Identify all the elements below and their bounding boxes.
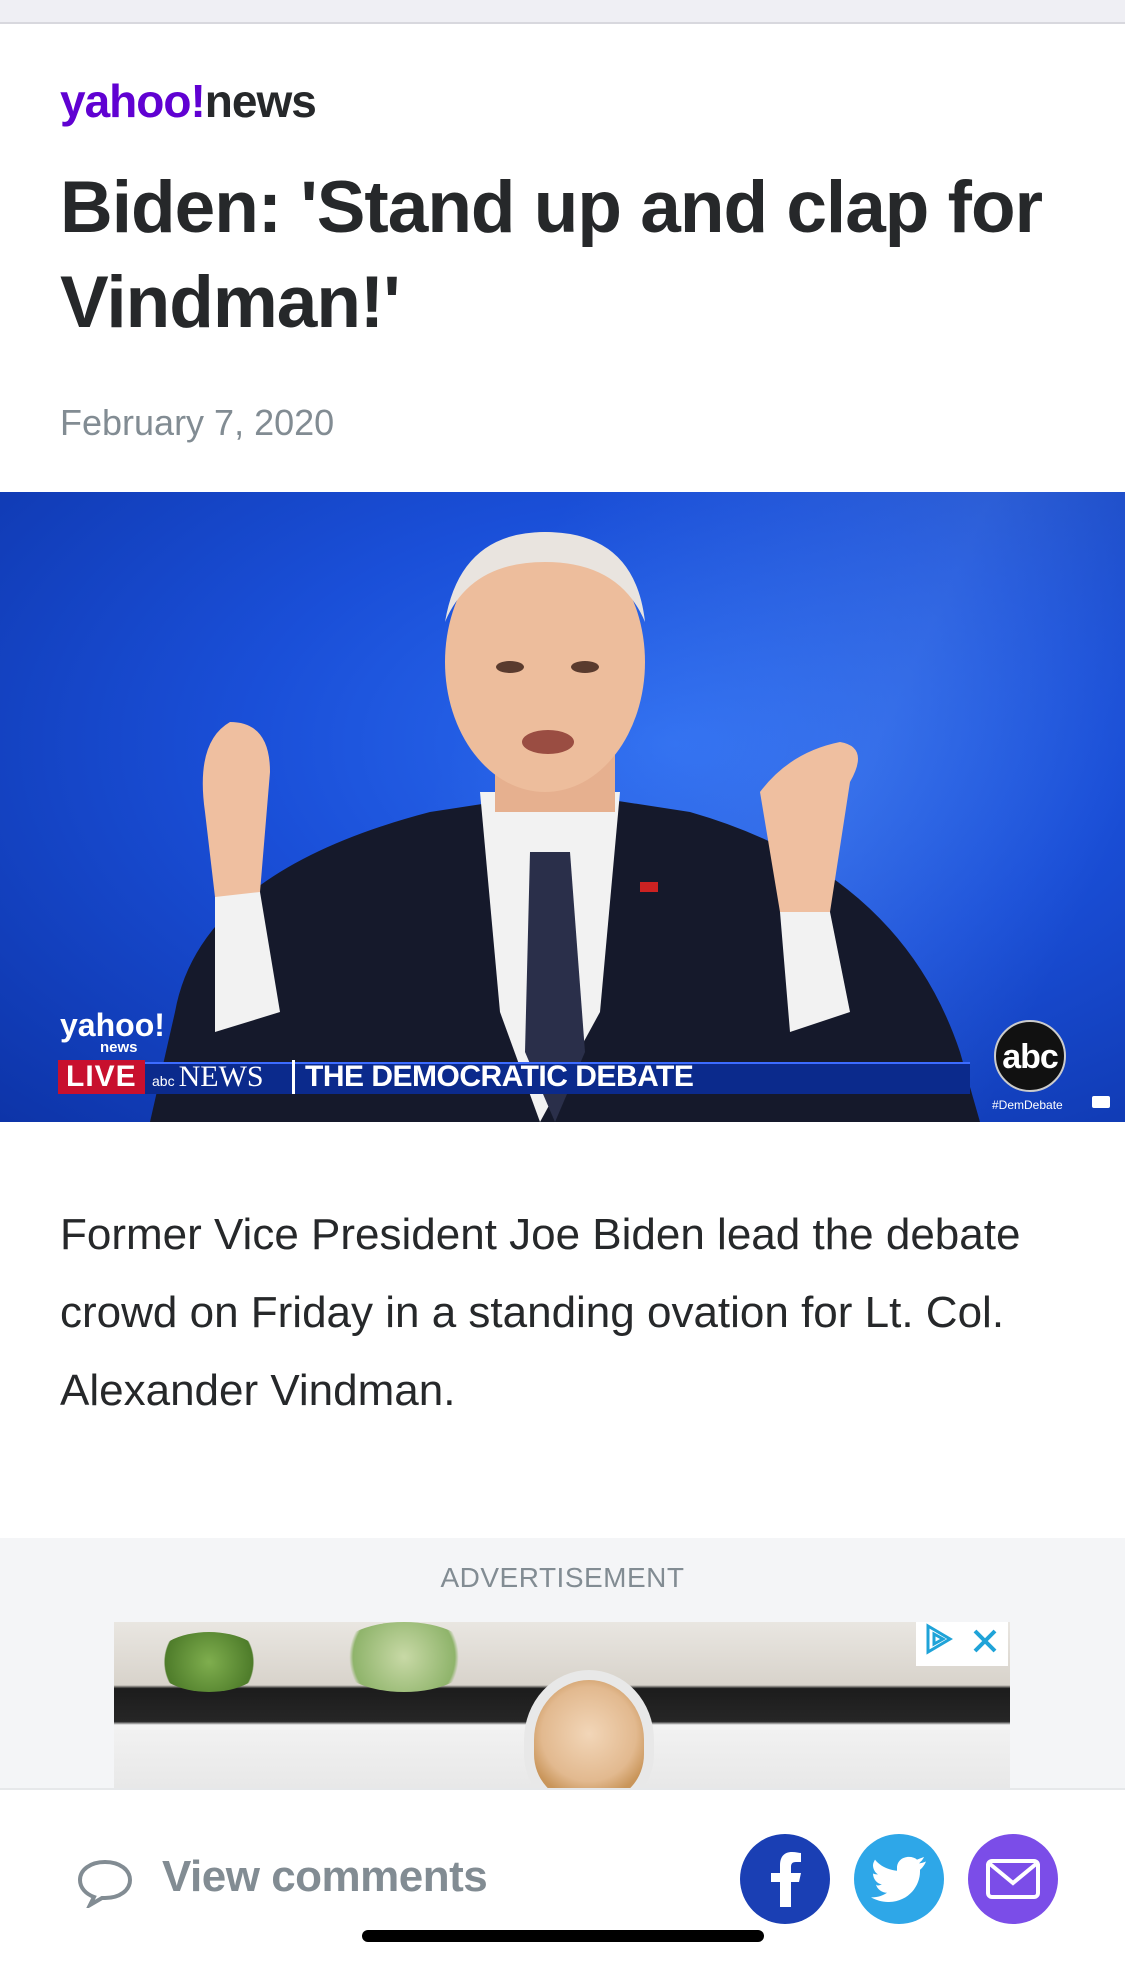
status-bar-edge (0, 0, 1125, 24)
ad-image-child (524, 1670, 654, 1788)
live-badge: LIVE (58, 1060, 145, 1094)
email-share-button[interactable] (968, 1834, 1058, 1924)
watermark-yahoo: yahoo! (60, 1007, 165, 1043)
network-news-label: NEWS (178, 1060, 264, 1093)
facebook-share-button[interactable] (740, 1834, 830, 1924)
broadcast-icon (1092, 1096, 1110, 1108)
program-title: THE DEMOCRATIC DEBATE (292, 1060, 694, 1094)
close-icon[interactable] (962, 1622, 1008, 1666)
yahoo-news-logo[interactable]: yahoo!news (60, 74, 317, 134)
advertisement-label: ADVERTISEMENT (440, 1562, 685, 1593)
ad-choices-icon[interactable] (916, 1622, 962, 1666)
article-headline: Biden: 'Stand up and clap for Vindman!' (60, 167, 1043, 343)
video-thumbnail[interactable]: yahoo! news LIVE abc NEWS THE DEMOCRATIC … (0, 492, 1125, 1122)
facebook-icon (771, 1852, 801, 1907)
watermark-news: news (100, 1039, 138, 1056)
abc-logo: abc (994, 1020, 1066, 1092)
network-small-label: abc (152, 1073, 175, 1089)
speaker-image (150, 532, 980, 1122)
speech-bubble-icon[interactable] (76, 1858, 134, 1908)
network-label: abc NEWS (152, 1060, 264, 1094)
yahoo-news-watermark: yahoo! news (60, 1007, 165, 1056)
ad-choices-controls (916, 1622, 1008, 1666)
mail-icon (986, 1859, 1040, 1899)
home-indicator[interactable] (362, 1930, 764, 1942)
twitter-share-button[interactable] (854, 1834, 944, 1924)
view-comments-button[interactable]: View comments (162, 1852, 488, 1902)
ad-banner[interactable] (114, 1622, 1010, 1788)
ad-image-plant (154, 1632, 264, 1692)
article-body: Former Vice President Joe Biden lead the… (60, 1210, 1021, 1415)
hashtag-label: #DemDebate (992, 1098, 1063, 1112)
article-date: February 7, 2020 (60, 402, 335, 443)
twitter-icon (871, 1856, 926, 1902)
logo-news: news (204, 75, 317, 127)
logo-yahoo: yahoo! (60, 75, 206, 127)
ad-image-flowers (334, 1622, 474, 1692)
